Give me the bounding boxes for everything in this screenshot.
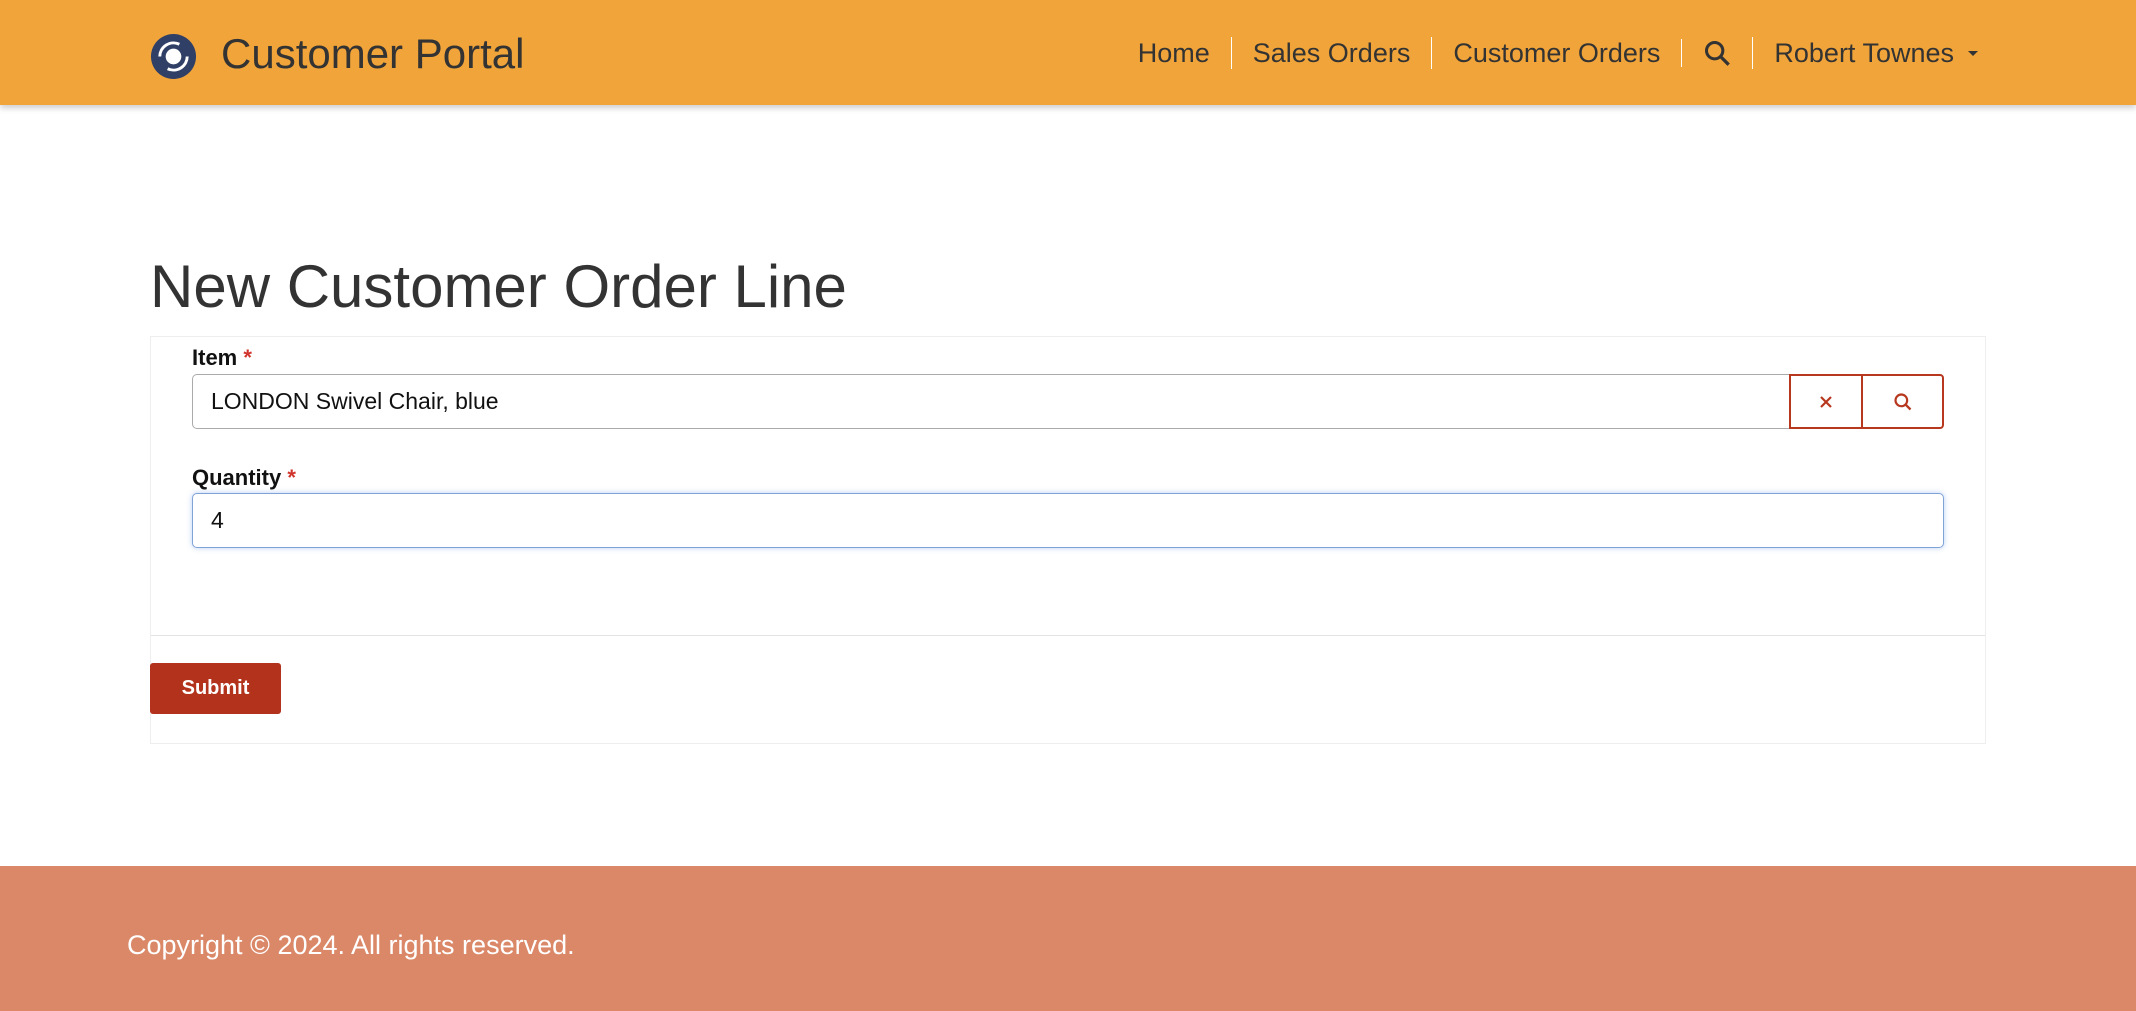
nav-home[interactable]: Home xyxy=(1117,37,1231,69)
copyright-text: Copyright © 2024. All rights reserved. xyxy=(127,930,575,960)
quantity-label-text: Quantity xyxy=(192,465,282,490)
nav-customer-orders[interactable]: Customer Orders xyxy=(1431,36,1681,69)
item-label-text: Item xyxy=(192,345,238,370)
quantity-input[interactable]: 4 xyxy=(192,493,1944,548)
brand-title[interactable]: Customer Portal xyxy=(221,30,524,78)
nav-sales-orders[interactable]: Sales Orders xyxy=(1230,36,1432,69)
caret-down-icon xyxy=(1968,50,1978,56)
item-label: Item * xyxy=(192,345,252,371)
main-nav: Home Sales Orders Customer Orders Robert… xyxy=(1117,0,2001,105)
top-navbar: Customer Portal Home Sales Orders Custom… xyxy=(0,0,2136,105)
item-input[interactable]: LONDON Swivel Chair, blue xyxy=(192,374,1790,429)
search-icon xyxy=(1893,392,1911,410)
user-name: Robert Townes xyxy=(1774,37,1954,68)
user-menu[interactable]: Robert Townes xyxy=(1752,36,2001,69)
form-divider xyxy=(151,635,1985,636)
required-marker: * xyxy=(287,465,296,490)
footer: Copyright © 2024. All rights reserved. xyxy=(0,866,2136,1011)
close-icon xyxy=(1820,395,1832,408)
search-item-button[interactable] xyxy=(1861,374,1944,429)
logo-icon[interactable] xyxy=(150,33,197,80)
required-marker: * xyxy=(243,345,252,370)
quantity-label: Quantity * xyxy=(192,465,296,491)
page-title: New Customer Order Line xyxy=(150,253,847,320)
search-button[interactable] xyxy=(1681,38,1752,67)
order-line-form: Item * LONDON Swivel Chair, blue Quantit… xyxy=(150,336,1986,744)
submit-button[interactable]: Submit xyxy=(150,663,281,714)
search-icon xyxy=(1705,40,1731,66)
clear-item-button[interactable] xyxy=(1789,374,1863,429)
